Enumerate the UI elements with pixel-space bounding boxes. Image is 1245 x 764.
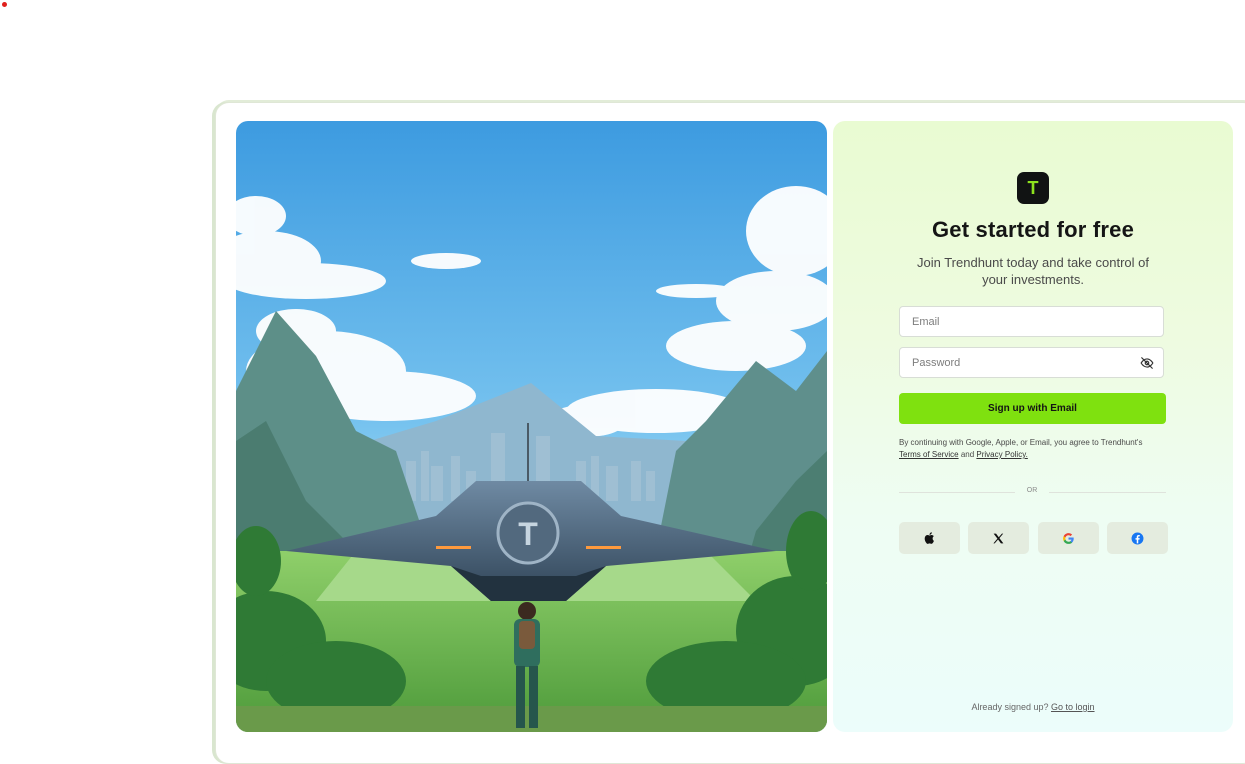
privacy-link[interactable]: Privacy Policy. (976, 450, 1027, 459)
hero-illustration: T (236, 121, 827, 732)
x-icon (993, 533, 1004, 543)
legal-notice: By continuing with Google, Apple, or Ema… (899, 437, 1149, 461)
password-field[interactable] (900, 348, 1163, 377)
signup-panel: T Get started for free Join Trendhunt to… (833, 121, 1233, 732)
divider-left (899, 492, 1015, 493)
legal-text: By continuing with Google, Apple, or Ema… (899, 438, 1143, 447)
google-signin-button[interactable] (1038, 522, 1099, 554)
logo-letter: T (1027, 177, 1039, 198)
legal-and: and (960, 450, 975, 459)
divider-right (1049, 492, 1166, 493)
eye-off-icon[interactable] (1140, 356, 1154, 370)
indicator-dot (2, 2, 7, 7)
password-field-wrapper (899, 347, 1164, 378)
apple-icon (924, 532, 934, 544)
login-link[interactable]: Go to login (1051, 702, 1095, 712)
trendhunt-logo: T (1017, 172, 1049, 204)
or-separator: OR (1026, 487, 1038, 494)
login-prompt: Already signed up? Go to login (833, 702, 1233, 712)
facebook-signin-button[interactable] (1107, 522, 1168, 554)
email-field[interactable] (900, 307, 1163, 336)
login-prompt-text: Already signed up? (971, 702, 1049, 712)
x-signin-button[interactable] (968, 522, 1029, 554)
signup-email-button[interactable]: Sign up with Email (899, 393, 1166, 424)
facebook-icon (1131, 532, 1144, 544)
email-field-wrapper (899, 306, 1164, 337)
page-subtitle: Join Trendhunt today and take control of… (917, 255, 1149, 287)
page-title: Get started for free (931, 217, 1135, 242)
terms-link[interactable]: Terms of Service (899, 450, 959, 459)
apple-signin-button[interactable] (899, 522, 960, 554)
svg-text:T: T (518, 516, 538, 552)
google-icon (1063, 532, 1074, 544)
